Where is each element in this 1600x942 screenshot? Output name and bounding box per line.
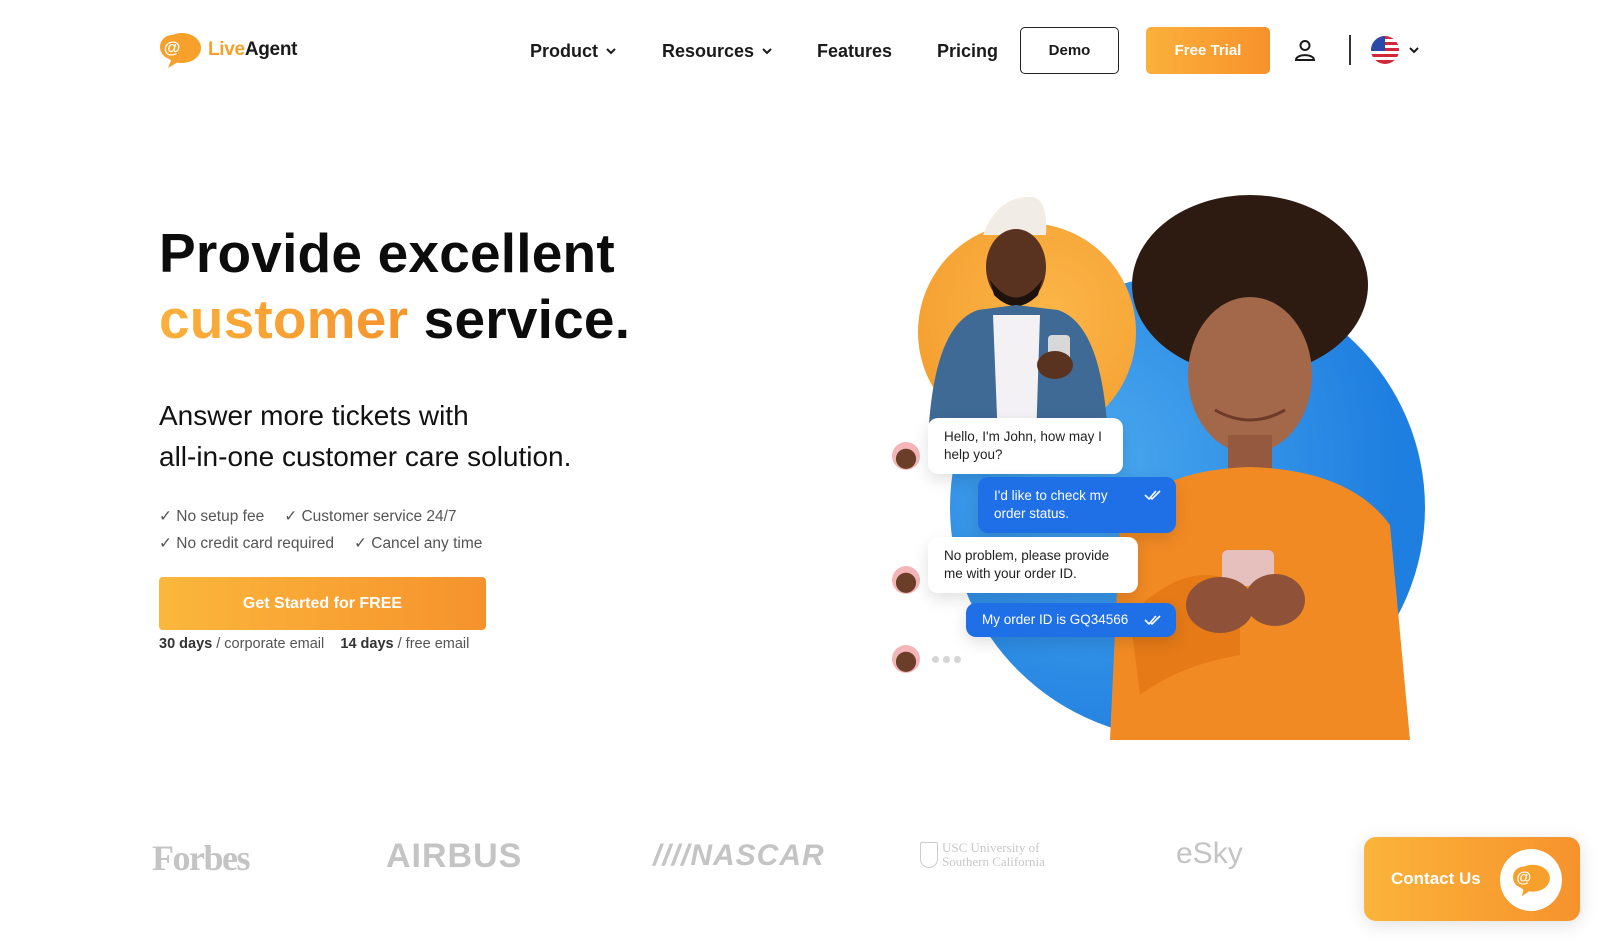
logo-text: LiveAgent (208, 39, 297, 61)
nav-pricing-label: Pricing (937, 40, 999, 61)
nav-product[interactable]: Product (530, 41, 618, 62)
chat-message-customer: I'd like to check my order status. (978, 477, 1176, 533)
contact-us-label: Contact Us (1391, 869, 1481, 888)
chat-message-text: My order ID is GQ34566 (982, 612, 1129, 627)
nav-pricing[interactable]: Pricing (937, 41, 998, 62)
free-text: / free email (393, 636, 470, 652)
chat-message-agent: No problem, please provide me with your … (928, 537, 1138, 593)
benefit-item: ✓ Customer service 24/7 (284, 508, 457, 525)
liveagent-chat-icon: @ (1513, 864, 1550, 897)
corporate-days: 30 days (159, 636, 213, 652)
logo-mark-icon: @ (160, 33, 201, 68)
hero-illustration: Hello, I'm John, how may I help you? I'd… (880, 185, 1450, 740)
benefits-row: ✓ No setup fee ✓ Customer service 24/7 (159, 503, 482, 530)
nav-features[interactable]: Features (817, 41, 892, 62)
esky-logo: eSky (1176, 837, 1243, 870)
trial-note: 30 days / corporate email 14 days / free… (159, 636, 469, 652)
agent-avatar (892, 442, 920, 470)
header-divider (1349, 35, 1351, 65)
nav-features-label: Features (817, 40, 893, 61)
nascar-logo: ////NASCAR (653, 839, 825, 872)
double-check-icon (1144, 490, 1161, 501)
benefit-item: ✓ No credit card required (159, 535, 334, 552)
benefits-list: ✓ No setup fee ✓ Customer service 24/7 ✓… (159, 503, 482, 557)
logo-agent: Agent (244, 39, 298, 60)
page: @ LiveAgent Product Resources Features P… (0, 0, 1600, 942)
hero-subtitle: Answer more tickets with all-in-one cust… (159, 395, 571, 477)
woman-with-phone-image (1110, 195, 1410, 740)
logo-live: Live (208, 39, 245, 60)
nav-resources[interactable]: Resources (662, 41, 774, 62)
corporate-text: / corporate email (212, 636, 325, 652)
nav-product-label: Product (530, 40, 599, 61)
get-started-button[interactable]: Get Started for FREE (159, 577, 486, 630)
hero-title-accent: customer (159, 288, 409, 350)
chat-message-text: I'd like to check my order status. (994, 488, 1108, 521)
chevron-down-icon (606, 48, 616, 55)
hero-title-line1: Provide excellent (159, 222, 615, 284)
chevron-down-icon (762, 48, 772, 55)
demo-button[interactable]: Demo (1020, 27, 1119, 74)
hero-title-rest: service. (408, 288, 631, 350)
double-check-icon (1144, 615, 1161, 626)
nav-resources-label: Resources (662, 40, 755, 61)
benefit-item: ✓ No setup fee (159, 508, 265, 525)
agent-avatar (892, 645, 920, 673)
usc-shield-icon (920, 842, 938, 868)
chat-message-agent: Hello, I'm John, how may I help you? (928, 418, 1123, 474)
usc-line2: Southern California (942, 854, 1045, 869)
client-logos: Forbes AIRBUS ////NASCAR USC University … (0, 835, 1600, 895)
typing-dot (943, 656, 950, 663)
usc-logo: USC University of Southern California (920, 841, 1045, 869)
hero-subtitle-line1: Answer more tickets with (159, 400, 469, 431)
free-days: 14 days (340, 636, 394, 652)
chat-message-customer: My order ID is GQ34566 (966, 603, 1176, 637)
benefit-item: ✓ Cancel any time (353, 535, 483, 552)
man-with-phone-image (928, 196, 1108, 441)
airbus-logo: AIRBUS (386, 837, 523, 875)
typing-dot (932, 656, 939, 663)
language-chevron-down-icon[interactable] (1407, 43, 1421, 57)
svg-text:@: @ (164, 38, 181, 57)
us-flag-icon[interactable] (1371, 36, 1399, 64)
typing-dot (954, 656, 961, 663)
user-icon[interactable] (1293, 38, 1317, 62)
chat-bubble-icon: @ (1500, 849, 1562, 911)
hero-subtitle-line2: all-in-one customer care solution. (159, 441, 572, 472)
forbes-logo: Forbes (152, 838, 250, 878)
hero-title: Provide excellent customer service. (159, 220, 630, 352)
usc-line1: USC University of (942, 840, 1040, 855)
liveagent-logo[interactable]: @ LiveAgent (158, 30, 297, 70)
typing-indicator (932, 656, 961, 663)
benefits-row: ✓ No credit card required ✓ Cancel any t… (159, 530, 482, 557)
agent-avatar (892, 566, 920, 594)
contact-us-button[interactable]: Contact Us @ (1364, 837, 1580, 921)
svg-text:@: @ (1516, 870, 1531, 887)
free-trial-button[interactable]: Free Trial (1146, 27, 1270, 74)
